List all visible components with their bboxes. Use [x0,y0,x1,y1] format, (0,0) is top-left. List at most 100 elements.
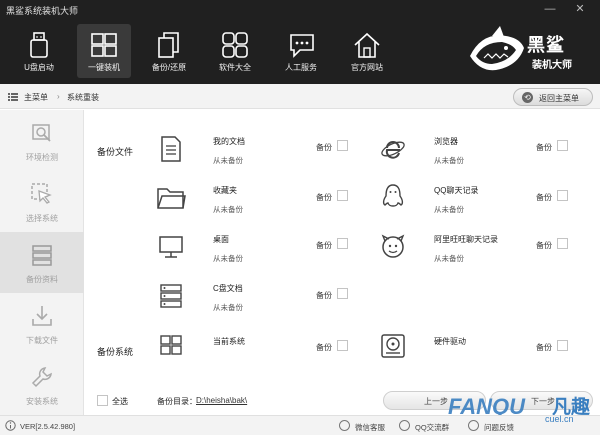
qq-icon [399,420,410,431]
brand-subtitle: 装机大师 [532,60,572,71]
tool-software[interactable]: 软件大全 [208,24,262,78]
document-icon [161,136,181,162]
item-my-documents-status: 从未备份 [213,156,243,165]
item-my-documents-name: 我的文档 [213,137,245,146]
item-favorites-name: 收藏夹 [213,186,237,195]
item-favorites-status: 从未备份 [213,205,243,214]
tool-usb-boot[interactable]: U盘启动 [12,24,66,78]
item-wangwang-chat-status: 从未备份 [434,254,464,263]
item-hardware-drivers-backup-label: 备份 [536,343,552,352]
step-environment-check[interactable]: 环境检测 [0,110,84,171]
item-wangwang-chat-name: 阿里旺旺聊天记录 [434,235,498,244]
window-title: 黑鲨系统装机大师 [6,6,79,16]
server-rack-icon [160,284,182,308]
select-all-checkbox[interactable] [97,395,108,406]
tool-service[interactable]: 人工服务 [274,24,328,78]
hard-disk-icon [381,334,405,358]
select-all-label: 全选 [112,397,128,406]
item-browser-name: 浏览器 [434,137,458,146]
step-backup-data[interactable]: 备份资料 [0,232,84,293]
item-qq-chat-backup-label: 备份 [536,193,552,202]
section-backup-files: 备份文件 [97,147,134,157]
item-c-drive-docs-checkbox[interactable] [337,288,348,299]
breadcrumb: 主菜单 › 系统重装 [0,84,600,109]
item-qq-chat-checkbox[interactable] [557,190,568,201]
tool-backup-restore-label: 备份/还原 [151,63,187,72]
step-download-files[interactable]: 下载文件 [0,293,84,354]
step-backup-data-label: 备份资料 [26,275,58,284]
item-browser-status: 从未备份 [434,156,464,165]
item-c-drive-docs-name: C盘文档 [213,284,243,293]
app-window: 黑鲨系统装机大师 — ✕ U盘启动 一键装机 备份/还原 软件大全 人工服务 官… [0,0,600,435]
back-arrow-icon: ⟲ [522,92,533,103]
backup-data-icon [32,245,52,266]
section-backup-system: 备份系统 [97,347,134,357]
watermark-url: cuel.cn [545,414,574,424]
item-qq-chat-status: 从未备份 [434,205,464,214]
item-desktop-name: 桌面 [213,235,229,244]
tool-software-label: 软件大全 [219,63,251,72]
usb-drive-icon [30,32,48,58]
item-current-system-backup-label: 备份 [316,343,332,352]
item-current-system-checkbox[interactable] [337,340,348,351]
browser-ie-icon [381,141,405,159]
qq-penguin-icon [382,184,404,207]
item-wangwang-chat-backup-label: 备份 [536,241,552,250]
item-favorites-checkbox[interactable] [337,190,348,201]
title-bar: 黑鲨系统装机大师 — ✕ [0,0,600,20]
brand-name: 黑鲨 [527,35,565,55]
item-desktop-checkbox[interactable] [337,238,348,249]
minimize-button[interactable]: — [542,2,558,16]
menu-list-icon [8,93,18,101]
cursor-select-icon [31,183,52,204]
info-icon [5,420,16,431]
close-button[interactable]: ✕ [572,2,588,16]
environment-check-icon [32,124,51,142]
item-hardware-drivers-checkbox[interactable] [557,340,568,351]
tool-service-label: 人工服务 [285,63,317,72]
item-c-drive-docs-backup-label: 备份 [316,291,332,300]
tool-one-click-install[interactable]: 一键装机 [77,24,131,78]
tool-usb-boot-label: U盘启动 [24,63,54,72]
step-install-system[interactable]: 安装系统 [0,354,84,415]
item-browser-backup-label: 备份 [536,143,552,152]
step-environment-check-label: 环境检测 [26,153,58,162]
backup-directory-label: 备份目录： [157,397,197,406]
chat-bubble-icon [290,34,314,58]
breadcrumb-current: 系统重装 [67,93,99,102]
item-browser-checkbox[interactable] [557,140,568,151]
tool-website[interactable]: 官方网站 [340,24,394,78]
tool-website-label: 官方网站 [351,63,383,72]
feedback-link[interactable]: 问题反馈 [484,422,514,433]
qq-group-link[interactable]: QQ交流群 [415,422,449,433]
item-favorites-backup-label: 备份 [316,193,332,202]
tool-backup-restore[interactable]: 备份/还原 [142,24,196,78]
wangwang-icon [381,234,405,258]
status-bar: VER[2.5.42.980] 微信客服 QQ交流群 问题反馈 [0,415,600,435]
back-to-main-button[interactable]: ⟲ 返回主菜单 [513,88,593,106]
backup-directory-link[interactable]: D:\heisha\bak\ [196,396,247,405]
step-install-system-label: 安装系统 [26,397,58,406]
item-hardware-drivers-name: 硬件驱动 [434,337,466,346]
folder-icon [157,188,186,209]
monitor-icon [159,236,183,258]
download-icon [32,306,52,326]
wrench-icon [31,367,52,388]
previous-step-label: 上一步 [424,397,448,406]
feedback-icon [468,420,479,431]
tool-one-click-install-label: 一键装机 [88,63,120,72]
windows-small-icon [160,335,182,355]
breadcrumb-root[interactable]: 主菜单 [24,92,48,103]
item-wangwang-chat-checkbox[interactable] [557,238,568,249]
back-to-main-label: 返回主菜单 [539,94,579,103]
item-current-system-name: 当前系统 [213,337,245,346]
item-desktop-backup-label: 备份 [316,241,332,250]
windows-logo-icon [91,33,117,57]
wechat-icon [339,420,350,431]
step-select-system[interactable]: 选择系统 [0,171,84,232]
copy-icon [158,32,179,58]
item-desktop-status: 从未备份 [213,254,243,263]
wechat-support-link[interactable]: 微信客服 [355,422,385,433]
item-qq-chat-name: QQ聊天记录 [434,186,479,195]
item-my-documents-checkbox[interactable] [337,140,348,151]
